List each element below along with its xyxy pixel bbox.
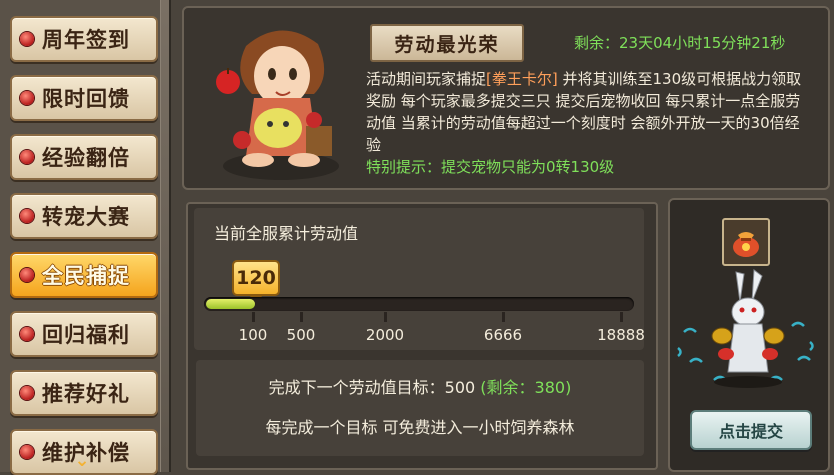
bullet-icon	[20, 91, 34, 105]
money-bag-icon	[733, 232, 759, 257]
character-girl-illustration	[216, 30, 339, 180]
sidebar-item-return-welfare[interactable]: 回归福利	[10, 311, 158, 357]
sidebar-item-label: 转宠大赛	[42, 205, 130, 229]
goal-remaining: (剩余：380)	[480, 378, 572, 397]
bullet-icon	[20, 150, 34, 164]
sidebar-scrollbar[interactable]	[160, 0, 169, 472]
bullet-icon	[20, 386, 34, 400]
sidebar-item-capture-event[interactable]: 全民捕捉	[10, 252, 158, 298]
event-title-plate: 劳动最光荣	[370, 24, 524, 62]
sidebar-item-label: 经验翻倍	[42, 146, 130, 170]
progress-tick	[620, 312, 623, 322]
progress-bar	[204, 297, 634, 311]
goal-line-next: 完成下一个劳动值目标：500 (剩余：380)	[196, 374, 644, 398]
sidebar-item-label: 限时回馈	[42, 87, 130, 111]
progress-tick	[252, 312, 255, 322]
goal-reward-text: 每完成一个目标 可免费进入一小时饲养森林	[265, 418, 575, 437]
progress-tick	[502, 312, 505, 322]
sidebar-item-anniversary-signin[interactable]: 周年签到	[10, 16, 158, 62]
bullet-icon	[20, 209, 34, 223]
sidebar-item-recommend-gift[interactable]: 推荐好礼	[10, 370, 158, 416]
event-description: 活动期间玩家捕捉[拳王卡尔] 并将其训练至130级可根据战力领取奖励 每个玩家最…	[366, 68, 806, 156]
current-value-bubble: 120	[232, 260, 280, 303]
remaining-time: 剩余：23天04小时15分钟21秒	[574, 32, 785, 53]
special-tip: 特别提示：提交宠物只能为0转130级	[366, 158, 615, 176]
progress-bar-fill	[206, 299, 256, 309]
sidebar-item-double-exp[interactable]: 经验翻倍	[10, 134, 158, 180]
progress-tick-label: 500	[286, 326, 316, 344]
event-title: 劳动最光荣	[394, 33, 500, 56]
sidebar-item-label: 回归福利	[42, 323, 130, 347]
bullet-icon	[20, 32, 34, 46]
progress-tick-label: 6666	[483, 326, 523, 344]
remaining-value: 23天04小时15分钟21秒	[619, 34, 786, 52]
bullet-icon	[20, 268, 34, 282]
remaining-label: 剩余：	[574, 34, 620, 52]
desc-prefix: 活动期间玩家捕捉	[366, 70, 487, 88]
item-slot[interactable]	[722, 218, 770, 266]
chevron-down-icon[interactable]: ⌄	[71, 452, 93, 470]
progress-tick	[300, 312, 303, 322]
progress-title: 当前全服累计劳动值	[214, 224, 359, 243]
rabbit-pet-icon	[677, 269, 814, 388]
goal-next-text: 完成下一个劳动值目标：500	[268, 378, 476, 397]
desc-pet-name: [拳王卡尔]	[486, 70, 558, 88]
submit-button-label: 点击提交	[718, 422, 783, 441]
progress-tick-label: 100	[238, 326, 268, 344]
bullet-icon	[20, 445, 34, 459]
current-value: 120	[236, 267, 276, 289]
sidebar-item-label: 推荐好礼	[42, 382, 130, 406]
submit-button[interactable]: 点击提交	[690, 410, 812, 450]
sidebar-item-label: 全民捕捉	[42, 264, 130, 288]
progress-tick-label: 18888	[597, 326, 645, 344]
sidebar-item-pet-contest[interactable]: 转宠大赛	[10, 193, 158, 239]
sidebar-item-label: 周年签到	[42, 28, 130, 52]
bullet-icon	[20, 327, 34, 341]
goal-info: 完成下一个劳动值目标：500 (剩余：380) 每完成一个目标 可免费进入一小时…	[196, 360, 644, 456]
progress-tick	[384, 312, 387, 322]
progress-tick-label: 2000	[365, 326, 405, 344]
sidebar-item-limited-feedback[interactable]: 限时回馈	[10, 75, 158, 121]
